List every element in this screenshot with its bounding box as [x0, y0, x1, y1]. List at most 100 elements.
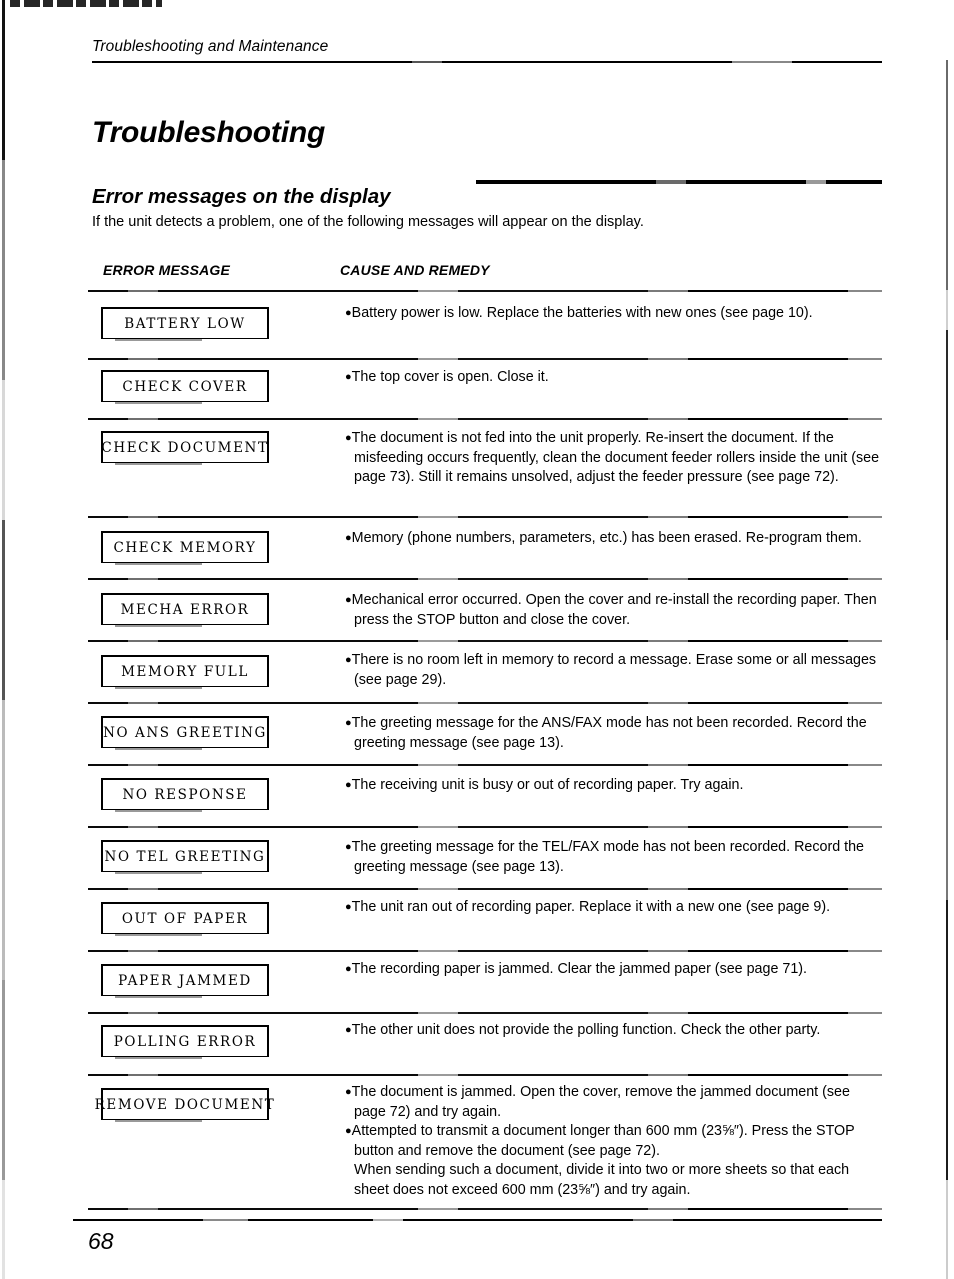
display-message-text: POLLING ERROR — [113, 1033, 257, 1050]
bullet-icon: ● — [345, 371, 352, 383]
remedy-bullet-item: ●The greeting message for the TEL/FAX mo… — [345, 838, 883, 877]
remedy-bullet-item: ●The receiving unit is busy or out of re… — [345, 776, 883, 796]
remedy-bullet-item: ●There is no room left in memory to reco… — [345, 651, 883, 690]
cause-and-remedy-cell: ●The receiving unit is busy or out of re… — [345, 776, 883, 796]
cause-and-remedy-cell: ●Battery power is low. Replace the batte… — [345, 304, 883, 324]
bullet-icon: ● — [345, 594, 352, 606]
cause-and-remedy-cell: ●The top cover is open. Close it. — [345, 368, 883, 388]
display-message-text: BATTERY LOW — [124, 315, 246, 332]
display-message-text: MECHA ERROR — [120, 601, 250, 618]
document-page: Troubleshooting and Maintenance Troubles… — [0, 0, 954, 1279]
section-title-rule — [476, 180, 882, 184]
display-message-box: OUT OF PAPER — [101, 902, 269, 936]
remedy-bullet-item: ●The document is jammed. Open the cover,… — [345, 1083, 883, 1122]
remedy-text: Memory (phone numbers, parameters, etc.)… — [351, 530, 862, 546]
remedy-bullet-item: ●The document is not fed into the unit p… — [345, 429, 883, 488]
bullet-icon: ● — [345, 1024, 352, 1036]
table-rule — [88, 764, 882, 766]
remedy-bullet-item: ●The other unit does not provide the pol… — [345, 1021, 883, 1041]
table-rule — [88, 418, 882, 420]
display-message-box: BATTERY LOW — [101, 307, 269, 341]
cause-and-remedy-cell: ●The greeting message for the ANS/FAX mo… — [345, 714, 883, 753]
bullet-icon: ● — [345, 901, 352, 913]
table-rule — [88, 290, 882, 292]
display-message-box: MECHA ERROR — [101, 593, 269, 627]
cause-and-remedy-cell: ●Memory (phone numbers, parameters, etc.… — [345, 529, 883, 549]
table-rule — [88, 1012, 882, 1014]
remedy-text: The unit ran out of recording paper. Rep… — [351, 899, 831, 915]
scan-edge-right — [946, 0, 948, 1279]
bullet-icon: ● — [345, 654, 352, 666]
bullet-icon: ● — [345, 1125, 352, 1137]
remedy-text: The receiving unit is busy or out of rec… — [351, 777, 744, 793]
display-message-box: POLLING ERROR — [101, 1025, 269, 1059]
remedy-text: Attempted to transmit a document longer … — [351, 1123, 855, 1159]
remedy-text: Mechanical error occurred. Open the cove… — [351, 592, 877, 628]
display-message-box: CHECK COVER — [101, 370, 269, 404]
bullet-icon: ● — [345, 717, 352, 729]
scan-edge-left — [2, 0, 5, 1279]
bullet-icon: ● — [345, 841, 352, 853]
display-message-box: NO TEL GREETING — [101, 840, 269, 874]
cause-and-remedy-cell: ●The document is jammed. Open the cover,… — [345, 1083, 883, 1200]
bullet-icon: ● — [345, 779, 352, 791]
column-header-error-message: ERROR MESSAGE — [103, 262, 231, 278]
display-message-box: NO ANS GREETING — [101, 716, 269, 750]
table-rule — [88, 516, 882, 518]
cause-and-remedy-cell: ●The recording paper is jammed. Clear th… — [345, 960, 883, 980]
display-message-box: NO RESPONSE — [101, 778, 269, 812]
bullet-icon: ● — [345, 532, 352, 544]
page-number: 68 — [88, 1228, 114, 1254]
footer-rule — [73, 1219, 882, 1221]
display-message-box: PAPER JAMMED — [101, 964, 269, 998]
column-header-cause-and-remedy: CAUSE AND REMEDY — [340, 262, 490, 278]
cause-and-remedy-cell: ●The other unit does not provide the pol… — [345, 1021, 883, 1041]
remedy-text: The document is not fed into the unit pr… — [351, 430, 880, 485]
bullet-icon: ● — [345, 963, 352, 975]
table-rule — [88, 358, 882, 360]
table-rule — [88, 950, 882, 952]
remedy-text: There is no room left in memory to recor… — [351, 652, 877, 688]
table-rule — [88, 888, 882, 890]
remedy-continuation-text: When sending such a document, divide it … — [345, 1161, 883, 1200]
remedy-bullet-item: ●The unit ran out of recording paper. Re… — [345, 898, 883, 918]
cause-and-remedy-cell: ●The document is not fed into the unit p… — [345, 429, 883, 488]
table-rule — [88, 640, 882, 642]
remedy-bullet-item: ●Battery power is low. Replace the batte… — [345, 304, 883, 324]
remedy-bullet-item: ●Memory (phone numbers, parameters, etc.… — [345, 529, 883, 549]
cause-and-remedy-cell: ●The greeting message for the TEL/FAX mo… — [345, 838, 883, 877]
table-rule — [88, 1208, 882, 1210]
display-message-text: REMOVE DOCUMENT — [94, 1096, 276, 1113]
bullet-icon: ● — [345, 307, 352, 319]
remedy-text: Battery power is low. Replace the batter… — [351, 305, 813, 321]
remedy-text: When sending such a document, divide it … — [354, 1162, 850, 1198]
remedy-bullet-item: ●Mechanical error occurred. Open the cov… — [345, 591, 883, 630]
display-message-text: CHECK DOCUMENT — [101, 439, 269, 456]
running-header: Troubleshooting and Maintenance — [92, 38, 329, 55]
remedy-text: The other unit does not provide the poll… — [351, 1022, 821, 1038]
display-message-text: MEMORY FULL — [121, 663, 249, 680]
page-title: Troubleshooting — [92, 116, 326, 150]
remedy-text: The top cover is open. Close it. — [351, 369, 549, 385]
remedy-bullet-item: ●The greeting message for the ANS/FAX mo… — [345, 714, 883, 753]
header-rule — [92, 61, 882, 63]
remedy-text: The recording paper is jammed. Clear the… — [351, 961, 808, 977]
display-message-text: PAPER JAMMED — [118, 972, 252, 989]
table-rule — [88, 1074, 882, 1076]
display-message-box: MEMORY FULL — [101, 655, 269, 689]
section-title: Error messages on the display — [92, 185, 391, 208]
remedy-text: The greeting message for the TEL/FAX mod… — [351, 839, 864, 875]
intro-paragraph: If the unit detects a problem, one of th… — [92, 214, 644, 230]
display-message-text: CHECK COVER — [122, 378, 248, 395]
cause-and-remedy-cell: ●The unit ran out of recording paper. Re… — [345, 898, 883, 918]
scan-artifact-top-left — [10, 0, 162, 7]
display-message-text: CHECK MEMORY — [113, 539, 257, 556]
remedy-bullet-item: ●The recording paper is jammed. Clear th… — [345, 960, 883, 980]
display-message-box: CHECK MEMORY — [101, 531, 269, 565]
display-message-text: NO TEL GREETING — [104, 848, 266, 865]
display-message-text: OUT OF PAPER — [121, 910, 249, 927]
remedy-text: The greeting message for the ANS/FAX mod… — [351, 715, 867, 751]
bullet-icon: ● — [345, 1086, 352, 1098]
display-message-text: NO ANS GREETING — [103, 724, 267, 741]
display-message-text: NO RESPONSE — [122, 786, 248, 803]
